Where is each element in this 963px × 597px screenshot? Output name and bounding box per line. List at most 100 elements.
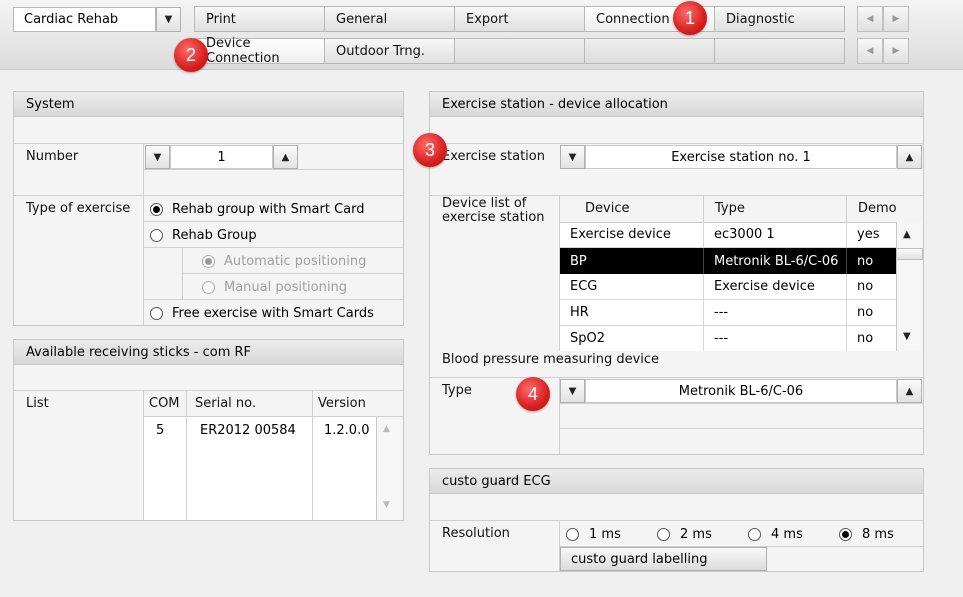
station-decrement-button[interactable]: ▼: [560, 145, 585, 169]
radio-selected-icon: [150, 203, 163, 216]
radio-label: 4 ms: [771, 527, 803, 542]
badge-number: 3: [424, 139, 435, 160]
table-row[interactable]: Exercise device ec3000 1 yes: [560, 222, 896, 248]
station-increment-button[interactable]: ▲: [897, 145, 922, 169]
tab-outdoor-training[interactable]: Outdoor Trng.: [324, 38, 455, 64]
device-demo: no: [857, 253, 874, 269]
radio-icon: [150, 229, 163, 242]
exercise-station-select[interactable]: Exercise station no. 1: [585, 145, 897, 169]
column-type: Type: [715, 201, 745, 216]
stick-version: 1.2.0.0: [324, 423, 370, 438]
triangle-down-icon: ▼: [164, 14, 173, 25]
radio-label: Rehab Group: [172, 228, 257, 243]
radio-free-exercise[interactable]: Free exercise with Smart Cards: [150, 306, 374, 321]
radio-rehab-smart-card[interactable]: Rehab group with Smart Card: [150, 202, 365, 217]
device-name: HR: [560, 300, 704, 325]
radio-selected-icon: [839, 528, 852, 541]
callout-badge-4: 4: [516, 377, 550, 411]
stick-serial: ER2012 00584: [200, 423, 296, 438]
device-demo: yes: [857, 227, 880, 242]
badge-number: 4: [527, 383, 538, 404]
radio-label: Free exercise with Smart Cards: [172, 306, 374, 321]
scrollbar-thumb[interactable]: [896, 248, 923, 260]
tab-export[interactable]: Export: [454, 6, 585, 32]
triangle-down-icon: ▼: [568, 385, 577, 397]
radio-disabled-icon: [202, 281, 215, 294]
tab-label: Connection: [596, 11, 670, 27]
column-com: COM: [149, 396, 180, 411]
receiving-sticks-title: Available receiving sticks - com RF: [14, 340, 403, 365]
number-field[interactable]: 1: [170, 145, 273, 169]
bp-type-increment-button[interactable]: ▲: [897, 379, 922, 403]
number-value: 1: [217, 149, 226, 165]
stick-com: 5: [156, 423, 165, 438]
triangle-right-icon: ▶: [892, 14, 900, 24]
radio-resolution-2ms[interactable]: 2 ms: [657, 527, 712, 542]
radio-resolution-8ms[interactable]: 8 ms: [839, 527, 894, 542]
device-type: ---: [704, 326, 847, 351]
tabs-scroll-left-button[interactable]: ◀: [857, 6, 883, 32]
scroll-up-icon[interactable]: ▲: [383, 424, 390, 434]
triangle-up-icon: ▲: [905, 151, 914, 163]
triangle-left-icon: ◀: [866, 14, 874, 24]
radio-resolution-1ms[interactable]: 1 ms: [566, 527, 621, 542]
tabs-scroll-right-button[interactable]: ▶: [883, 6, 909, 32]
bp-type-value: Metronik BL-6/C-06: [678, 383, 804, 399]
device-name: BP: [560, 248, 704, 274]
module-select-value: Cardiac Rehab: [24, 12, 119, 27]
triangle-up-icon: ▲: [905, 385, 914, 397]
scroll-down-icon[interactable]: ▼: [383, 500, 390, 510]
triangle-left-icon: ◀: [866, 46, 874, 56]
device-name: SpO2: [560, 326, 704, 351]
column-demo: Demo: [858, 201, 897, 216]
badge-number: 2: [185, 44, 196, 65]
module-select-dropdown-button[interactable]: ▼: [156, 7, 181, 32]
panel-title-text: Exercise station - device allocation: [442, 96, 668, 112]
radio-icon: [657, 528, 670, 541]
table-row[interactable]: HR --- no: [560, 300, 896, 326]
radio-label: Rehab group with Smart Card: [172, 202, 365, 217]
panel-title-text: Available receiving sticks - com RF: [26, 344, 252, 360]
module-select[interactable]: Cardiac Rehab: [13, 7, 156, 32]
number-increment-button[interactable]: ▲: [273, 145, 298, 169]
tab-label: Export: [466, 11, 509, 27]
tab-general[interactable]: General: [324, 6, 455, 32]
device-name: ECG: [560, 274, 704, 299]
system-panel-title: System: [14, 92, 403, 117]
tab-print[interactable]: Print: [194, 6, 325, 32]
radio-manual-positioning: Manual positioning: [202, 280, 347, 295]
custo-guard-labelling-button[interactable]: custo guard labelling: [560, 547, 767, 571]
number-decrement-button[interactable]: ▼: [145, 145, 170, 169]
radio-automatic-positioning: Automatic positioning: [202, 254, 366, 269]
exercise-station-label: Exercise station: [442, 149, 545, 164]
device-demo: no: [857, 305, 874, 320]
radio-resolution-4ms[interactable]: 4 ms: [748, 527, 803, 542]
type-of-exercise-label: Type of exercise: [26, 201, 131, 216]
panel-title-text: custo guard ECG: [442, 473, 551, 489]
radio-icon: [748, 528, 761, 541]
bp-type-select[interactable]: Metronik BL-6/C-06: [585, 379, 897, 403]
column-version: Version: [318, 396, 366, 411]
radio-rehab-group[interactable]: Rehab Group: [150, 228, 257, 243]
scroll-down-icon[interactable]: ▼: [903, 331, 911, 342]
tab-device-connection[interactable]: Device Connection: [194, 36, 325, 66]
radio-label: Automatic positioning: [224, 254, 367, 269]
exercise-station-title: Exercise station - device allocation: [430, 92, 923, 117]
subtabs-scroll-left-button[interactable]: ◀: [857, 38, 883, 64]
triangle-down-icon: ▼: [568, 151, 577, 163]
callout-badge-2: 2: [174, 38, 208, 72]
table-row[interactable]: ECG Exercise device no: [560, 274, 896, 300]
table-row[interactable]: SpO2 --- no: [560, 326, 896, 351]
subtabs-scroll-right-button[interactable]: ▶: [883, 38, 909, 64]
triangle-right-icon: ▶: [892, 46, 900, 56]
resolution-label: Resolution: [442, 526, 510, 541]
scroll-up-icon[interactable]: ▲: [903, 229, 911, 240]
bp-type-decrement-button[interactable]: ▼: [560, 379, 585, 403]
panel-title-text: System: [26, 96, 75, 112]
radio-label: 2 ms: [680, 527, 712, 542]
radio-icon: [150, 307, 163, 320]
table-row-selected[interactable]: BP Metronik BL-6/C-06 no: [560, 248, 896, 274]
tab-diagnostic[interactable]: Diagnostic: [714, 6, 845, 32]
callout-badge-1: 1: [673, 1, 707, 35]
button-label: custo guard labelling: [571, 551, 708, 567]
